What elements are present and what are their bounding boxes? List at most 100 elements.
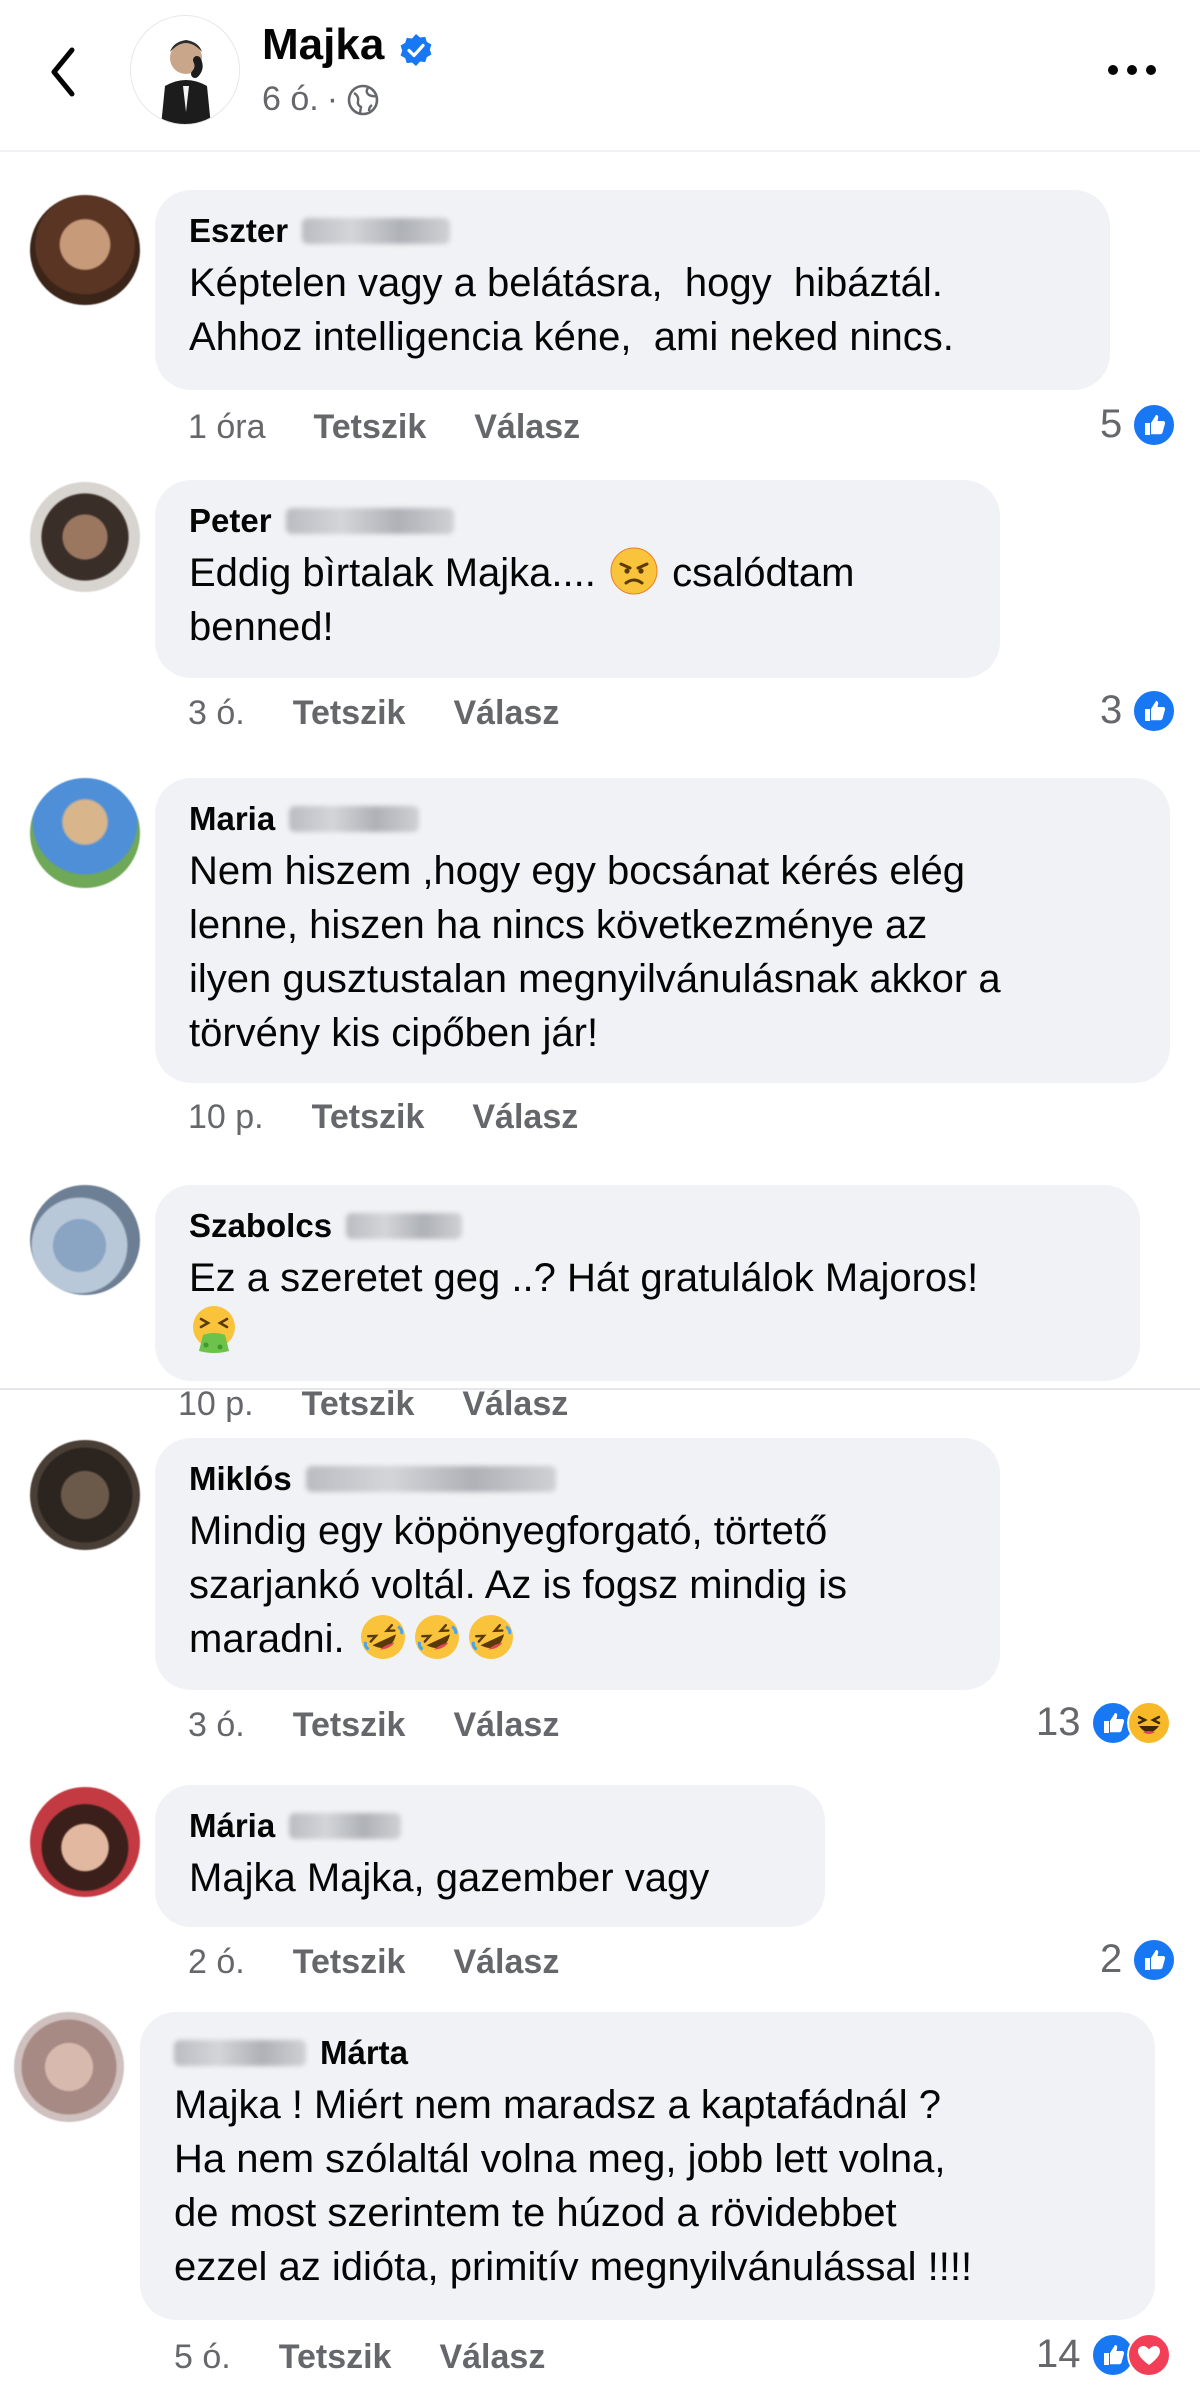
author-first-name[interactable]: Mária <box>189 1805 275 1847</box>
reply-button[interactable]: Válasz <box>453 694 559 733</box>
comment-time[interactable]: 3 ó. <box>188 694 245 733</box>
like-button[interactable]: Tetszik <box>312 1098 425 1137</box>
comment-bubble: Miklós Mindig egy köpönyegforgató, törte… <box>155 1438 1000 1690</box>
like-button[interactable]: Tetszik <box>293 1943 406 1982</box>
author-last-name-blurred <box>346 1213 463 1239</box>
author-last-name-blurred <box>285 508 454 534</box>
like-button[interactable]: Tetszik <box>293 694 406 733</box>
reply-button[interactable]: Válasz <box>474 408 580 447</box>
avatar[interactable] <box>14 2012 124 2122</box>
avatar[interactable] <box>30 778 140 888</box>
author-last-name-blurred <box>289 1813 402 1839</box>
author-last-name-blurred <box>305 1466 556 1492</box>
comment-actions: 3 ó. Tetszik Válasz <box>188 694 607 733</box>
post-meta: 6 ó. · <box>262 80 380 119</box>
comment-time[interactable]: 3 ó. <box>188 1706 245 1745</box>
comment-text: Képtelen vagy a belátásra, hogy hibáztál… <box>189 261 954 359</box>
post-time[interactable]: 6 ó. <box>262 80 319 119</box>
comment-author[interactable]: Mária <box>189 1805 791 1847</box>
reaction-count: 2 <box>1100 1937 1123 1981</box>
rolling-on-floor-laughing-icon <box>466 1612 516 1662</box>
comment-actions: 2 ó. Tetszik Válasz <box>188 1943 607 1982</box>
avatar[interactable] <box>30 1440 140 1550</box>
angry-face-icon <box>609 546 659 596</box>
like-reaction-icon <box>1132 1938 1176 1982</box>
comment-bubble: Mária Majka Majka, gazember vagy <box>155 1785 825 1927</box>
comment-text-part: Mindig egy köpönyegforgató, törtető szar… <box>189 1509 848 1661</box>
reply-button[interactable]: Válasz <box>453 1706 559 1745</box>
comment-time[interactable]: 2 ó. <box>188 1943 245 1982</box>
reaction-summary[interactable]: 5 <box>1100 402 1176 447</box>
avatar[interactable] <box>30 482 140 592</box>
comment-time[interactable]: 10 p. <box>188 1098 264 1137</box>
comment-text: Eddig bìrtalak Majka.... csalódtam benne… <box>189 546 966 654</box>
reaction-summary[interactable]: 14 <box>1036 2332 1171 2377</box>
comment-author[interactable]: Miklós <box>189 1458 966 1500</box>
comment-author[interactable]: Szabolcs <box>189 1205 1106 1247</box>
comment-text: Ez a szeretet geg ..? Hát gratulálok Maj… <box>189 1251 1106 1359</box>
comment-text: Mindig egy köpönyegforgató, törtető szar… <box>189 1504 966 1666</box>
comment-bubble: Márta Majka ! Miért nem maradsz a kaptaf… <box>140 2012 1155 2320</box>
comment-author[interactable]: Márta <box>174 2032 1121 2074</box>
avatar[interactable] <box>30 1185 140 1295</box>
comment-text: Majka Majka, gazember vagy <box>189 1856 710 1900</box>
more-options-icon[interactable] <box>1104 58 1160 82</box>
reaction-count: 5 <box>1100 402 1123 446</box>
avatar[interactable] <box>30 1787 140 1897</box>
back-chevron-icon[interactable] <box>40 40 90 104</box>
comment-author[interactable]: Maria <box>189 798 1136 840</box>
section-divider <box>0 1388 1200 1390</box>
like-reaction-icon <box>1132 689 1176 733</box>
author-first-name[interactable]: Peter <box>189 500 272 542</box>
avatar[interactable] <box>30 195 140 305</box>
reaction-count: 3 <box>1100 688 1123 732</box>
page-avatar[interactable] <box>130 15 240 125</box>
comment-time[interactable]: 10 p. <box>178 1385 254 1424</box>
comment-actions: 3 ó. Tetszik Válasz <box>188 1706 607 1745</box>
reply-button[interactable]: Válasz <box>472 1098 578 1137</box>
comment-text: Majka ! Miért nem maradsz a kaptafádnál … <box>174 2083 973 2289</box>
page-name[interactable]: Majka <box>262 20 384 70</box>
comment-bubble: Maria Nem hiszem ,hogy egy bocsánat kéré… <box>155 778 1170 1083</box>
comment-bubble: Peter Eddig bìrtalak Majka.... csalódtam… <box>155 480 1000 678</box>
haha-reaction-icon <box>1127 1701 1171 1745</box>
vomiting-face-icon <box>189 1305 239 1355</box>
globe-icon <box>347 84 379 115</box>
comment-actions: 1 óra Tetszik Válasz <box>188 408 628 447</box>
comment-actions: 10 p. Tetszik Válasz <box>188 1098 626 1137</box>
verified-badge-icon <box>400 34 432 66</box>
post-header: Majka 6 ó. · <box>0 0 1200 152</box>
meta-separator: · <box>326 80 339 118</box>
comment-time[interactable]: 1 óra <box>188 408 266 447</box>
author-first-name-blurred <box>174 2040 306 2066</box>
author-last-name[interactable]: Márta <box>320 2032 408 2074</box>
reaction-summary[interactable]: 2 <box>1100 1937 1176 1982</box>
reply-button[interactable]: Válasz <box>462 1385 568 1424</box>
author-first-name[interactable]: Szabolcs <box>189 1205 332 1247</box>
comment-time[interactable]: 5 ó. <box>174 2338 231 2377</box>
reaction-count: 14 <box>1036 2332 1081 2376</box>
like-button[interactable]: Tetszik <box>314 408 427 447</box>
rolling-on-floor-laughing-icon <box>358 1612 408 1662</box>
reaction-count: 13 <box>1036 1700 1081 1744</box>
author-first-name[interactable]: Maria <box>189 798 275 840</box>
like-button[interactable]: Tetszik <box>279 2338 392 2377</box>
reaction-summary[interactable]: 3 <box>1100 688 1176 733</box>
comment-bubble: Eszter Képtelen vagy a belátásra, hogy h… <box>155 190 1110 390</box>
reaction-summary[interactable]: 13 <box>1036 1700 1171 1745</box>
reply-button[interactable]: Válasz <box>439 2338 545 2377</box>
comment-text-part: Eddig bìrtalak Majka.... <box>189 551 607 595</box>
comment-actions: 10 p. Tetszik Válasz <box>178 1385 616 1424</box>
comment-author[interactable]: Eszter <box>189 210 1076 252</box>
love-reaction-icon <box>1127 2333 1171 2377</box>
comment-actions: 5 ó. Tetszik Válasz <box>174 2338 593 2377</box>
comment-text-part: Ez a szeretet geg ..? Hát gratulálok Maj… <box>189 1256 979 1300</box>
like-button[interactable]: Tetszik <box>302 1385 415 1424</box>
author-last-name-blurred <box>302 218 451 244</box>
comment-author[interactable]: Peter <box>189 500 966 542</box>
author-first-name[interactable]: Miklós <box>189 1458 292 1500</box>
comment-text: Nem hiszem ,hogy egy bocsánat kérés elég… <box>189 849 1001 1055</box>
like-button[interactable]: Tetszik <box>293 1706 406 1745</box>
author-first-name[interactable]: Eszter <box>189 210 288 252</box>
reply-button[interactable]: Válasz <box>453 1943 559 1982</box>
